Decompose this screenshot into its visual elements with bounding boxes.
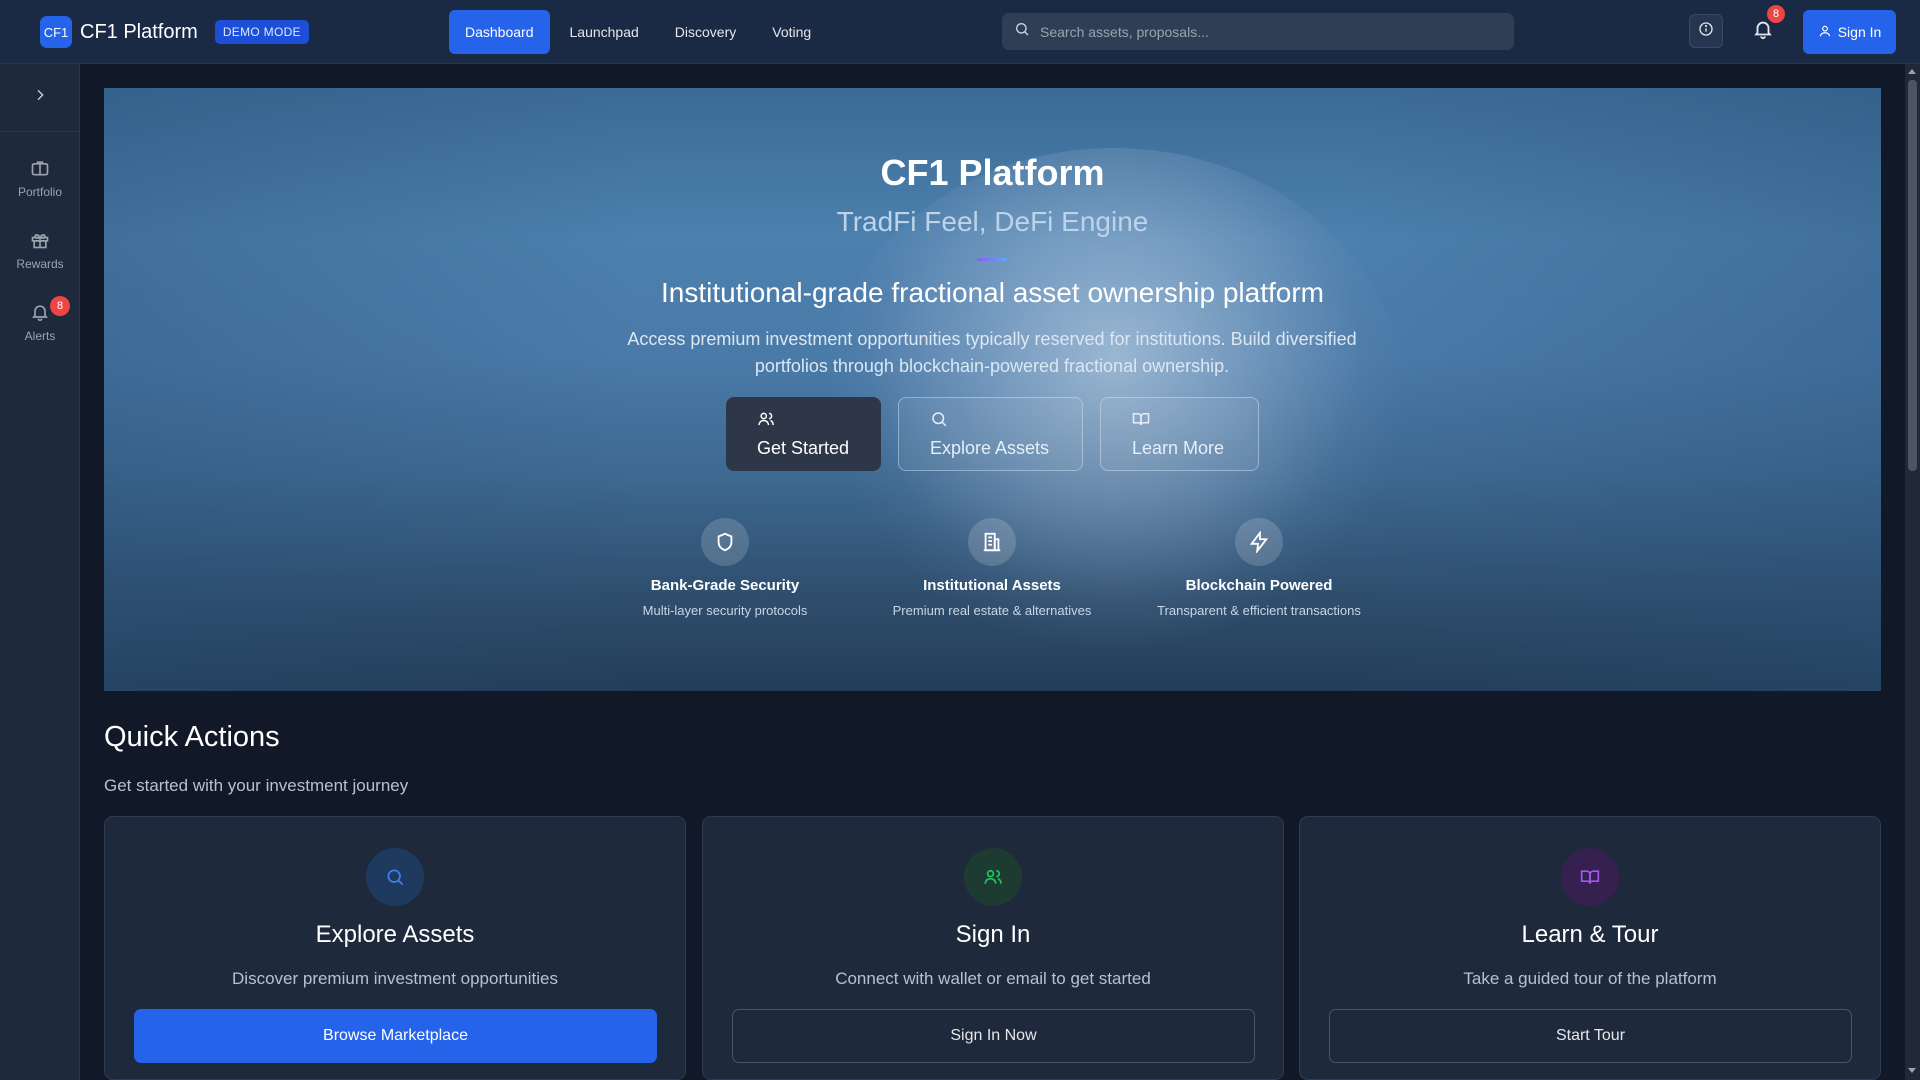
search-icon — [930, 410, 948, 433]
feature-institutional-assets: Institutional Assets Premium real estate… — [877, 518, 1107, 618]
sidebar-item-label: Alerts — [24, 328, 56, 343]
nav-launchpad[interactable]: Launchpad — [554, 10, 655, 54]
hero-title: CF1 Platform — [880, 152, 1105, 193]
nav-discovery[interactable]: Discovery — [659, 10, 752, 54]
card-description: Discover premium investment opportunitie… — [232, 969, 558, 988]
feature-description: Premium real estate & alternatives — [892, 603, 1092, 618]
building-icon — [968, 518, 1016, 566]
sidebar-expand-button[interactable] — [0, 64, 80, 132]
search-bar[interactable] — [1002, 13, 1514, 50]
hero-banner: CF1 Platform TradFi Feel, DeFi Engine In… — [104, 88, 1881, 691]
book-icon — [1561, 848, 1619, 906]
sidebar-item-label: Rewards — [16, 256, 64, 271]
bell-icon — [30, 302, 50, 325]
brand[interactable]: CF1 CF1 Platform DEMO MODE — [40, 16, 309, 48]
feature-description: Transparent & efficient transactions — [1157, 603, 1361, 618]
hero-subtitle: TradFi Feel, DeFi Engine — [836, 206, 1149, 237]
demo-mode-badge: DEMO MODE — [214, 20, 309, 44]
hero-divider — [977, 258, 1007, 261]
briefcase-icon — [30, 158, 50, 181]
shield-icon — [701, 518, 749, 566]
scroll-up-arrow[interactable] — [1908, 69, 1916, 74]
brand-name: CF1 Platform — [80, 20, 198, 43]
info-button[interactable] — [1689, 14, 1723, 48]
quick-action-explore-assets: Explore Assets Discover premium investme… — [104, 816, 686, 1080]
alerts-count-badge: 8 — [50, 296, 70, 316]
learn-more-button[interactable]: Learn More — [1100, 397, 1259, 471]
brand-logo: CF1 — [40, 16, 72, 48]
chevron-right-icon — [32, 87, 48, 108]
sign-in-label: Sign In — [1837, 24, 1882, 40]
quick-action-sign-in: Sign In Connect with wallet or email to … — [702, 816, 1284, 1080]
users-icon — [757, 410, 775, 433]
sidebar-item-portfolio[interactable]: Portfolio — [0, 146, 80, 210]
search-input[interactable] — [1040, 23, 1480, 40]
quick-actions-subtitle: Get started with your investment journey — [104, 776, 409, 795]
feature-title: Bank-Grade Security — [650, 577, 800, 594]
hero-description: Access premium investment opportunities … — [627, 329, 1357, 376]
get-started-label: Get Started — [757, 437, 850, 458]
card-title: Sign In — [955, 921, 1031, 948]
page-scrollbar[interactable] — [1905, 64, 1920, 1080]
nav-dashboard[interactable]: Dashboard — [449, 10, 550, 54]
feature-bank-grade-security: Bank-Grade Security Multi-layer security… — [610, 518, 840, 618]
main-nav: Dashboard Launchpad Discovery Voting — [449, 10, 827, 54]
feature-description: Multi-layer security protocols — [642, 603, 808, 618]
sidebar-item-label: Portfolio — [17, 184, 63, 199]
quick-action-learn-tour: Learn & Tour Take a guided tour of the p… — [1299, 816, 1881, 1080]
explore-assets-button[interactable]: Explore Assets — [898, 397, 1083, 471]
info-icon — [1698, 21, 1714, 42]
sign-in-button[interactable]: Sign In — [1803, 10, 1896, 54]
search-icon — [366, 848, 424, 906]
sidebar-item-rewards[interactable]: Rewards — [0, 218, 80, 282]
nav-voting[interactable]: Voting — [756, 10, 827, 54]
browse-marketplace-button[interactable]: Browse Marketplace — [134, 1009, 657, 1063]
sign-in-now-button[interactable]: Sign In Now — [732, 1009, 1255, 1063]
get-started-button[interactable]: Get Started — [726, 397, 881, 471]
explore-assets-label: Explore Assets — [930, 437, 1050, 458]
lightning-icon — [1235, 518, 1283, 566]
sidebar-item-alerts[interactable]: Alerts 8 — [0, 290, 80, 354]
search-icon — [1014, 21, 1030, 42]
feature-blockchain-powered: Blockchain Powered Transparent & efficie… — [1144, 518, 1374, 618]
hero-tagline: Institutional-grade fractional asset own… — [660, 277, 1324, 308]
quick-actions-title: Quick Actions — [104, 721, 280, 753]
notifications-button[interactable]: 8 — [1745, 5, 1785, 49]
top-navigation-bar: CF1 CF1 Platform DEMO MODE Dashboard Lau… — [0, 0, 1920, 64]
card-title: Learn & Tour — [1521, 921, 1659, 948]
scroll-down-arrow[interactable] — [1908, 1068, 1916, 1073]
gift-icon — [30, 230, 50, 253]
users-icon — [964, 848, 1022, 906]
notification-count-badge: 8 — [1767, 5, 1785, 23]
book-icon — [1132, 410, 1150, 433]
learn-more-label: Learn More — [1132, 437, 1225, 458]
start-tour-button[interactable]: Start Tour — [1329, 1009, 1852, 1063]
card-description: Connect with wallet or email to get star… — [835, 969, 1151, 988]
feature-title: Blockchain Powered — [1185, 577, 1333, 594]
scrollbar-thumb[interactable] — [1908, 80, 1917, 471]
card-title: Explore Assets — [315, 921, 475, 948]
card-description: Take a guided tour of the platform — [1463, 969, 1717, 988]
feature-title: Institutional Assets — [923, 577, 1061, 594]
sidebar: Portfolio Rewards Alerts 8 — [0, 64, 80, 1080]
user-icon — [1818, 24, 1832, 41]
